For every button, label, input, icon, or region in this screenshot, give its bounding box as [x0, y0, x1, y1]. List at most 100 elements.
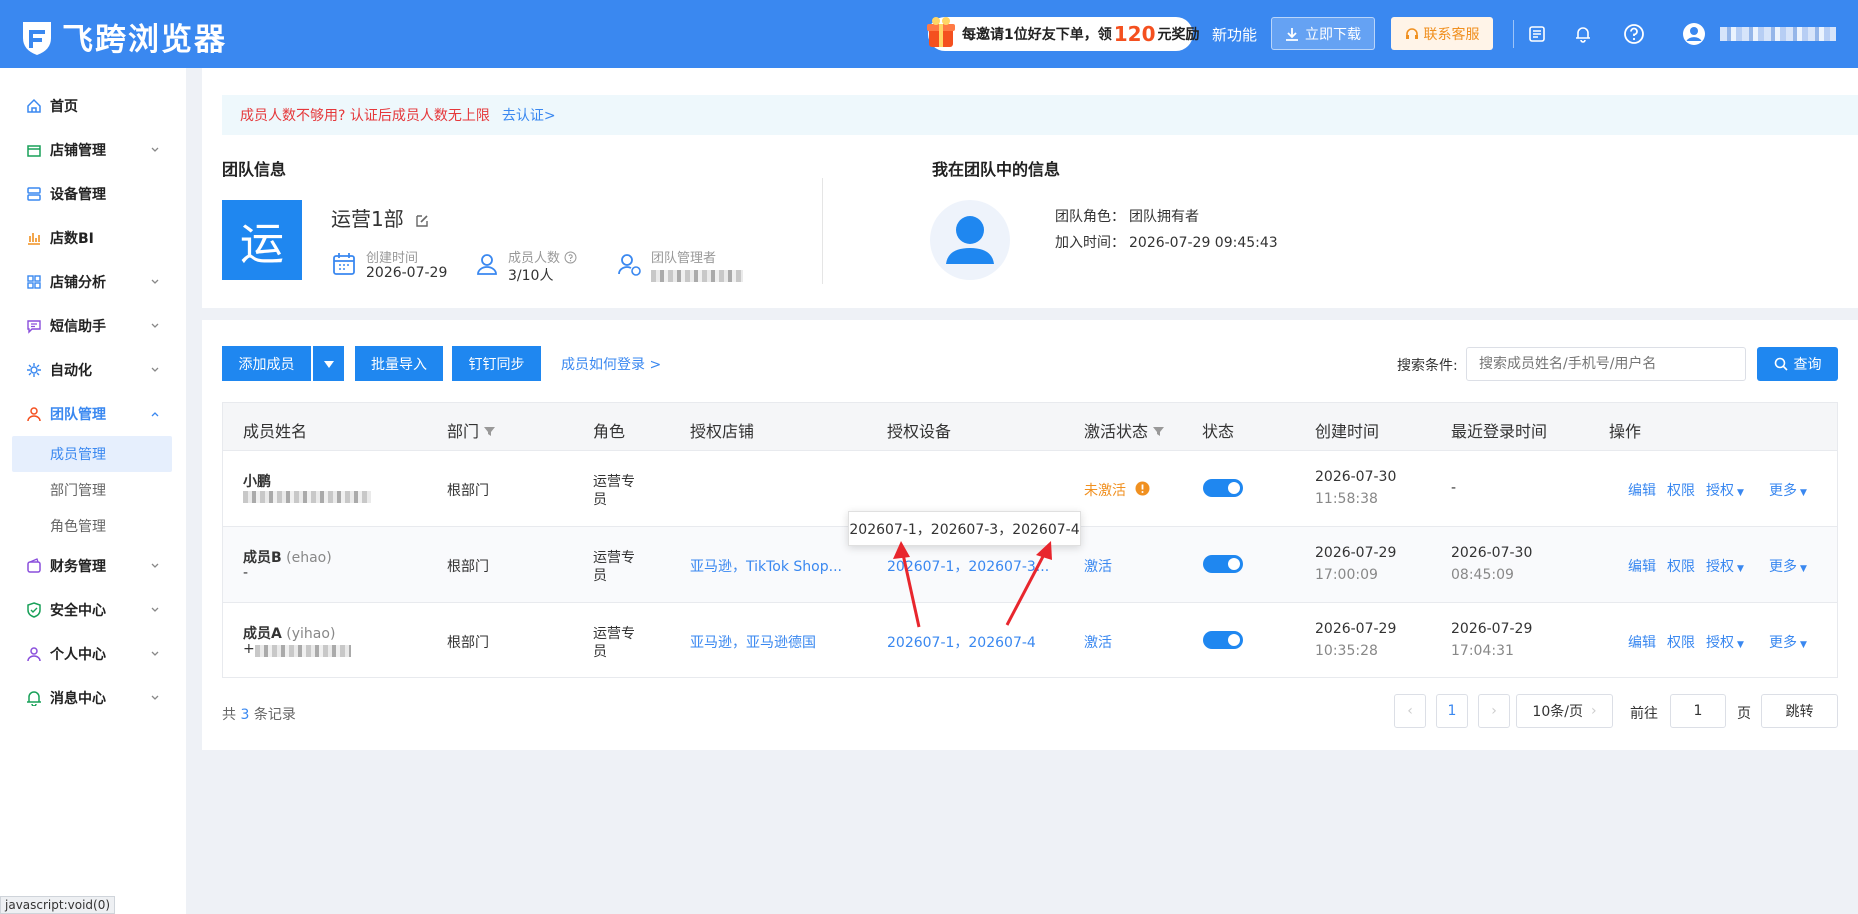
sidebar-subitem-role-management[interactable]: 角色管理: [12, 508, 172, 544]
edit-icon[interactable]: [414, 213, 430, 229]
sidebar-item-personal-center[interactable]: 个人中心: [0, 634, 186, 674]
dingtalk-sync-button[interactable]: 钉钉同步: [452, 346, 541, 381]
account-avatar-icon[interactable]: [1682, 22, 1706, 46]
more-dropdown[interactable]: 更多 ▼: [1769, 556, 1807, 576]
member-login-help-link[interactable]: 成员如何登录 >: [561, 354, 661, 374]
manager-label: 团队管理者: [651, 251, 717, 266]
download-button[interactable]: 立即下载: [1271, 17, 1375, 50]
sidebar-item-sms-assistant[interactable]: 短信助手: [0, 306, 186, 346]
caret-down-icon: ▼: [1737, 488, 1744, 498]
promo-text: 每邀请1位好友下单，领: [962, 27, 1112, 43]
status-toggle[interactable]: [1203, 479, 1243, 497]
prev-page-button[interactable]: ‹: [1394, 694, 1426, 728]
th-stores: 授权店铺: [690, 422, 755, 441]
sidebar-item-store-analysis[interactable]: 店铺分析: [0, 262, 186, 302]
query-button[interactable]: 查询: [1757, 347, 1838, 381]
sidebar-item-message-center[interactable]: 消息中心: [0, 678, 186, 718]
top-bar: 飞跨浏览器 每邀请1位好友下单，领 120 元奖励 新功能 立即下载 联系客服: [0, 0, 1858, 68]
add-member-button[interactable]: 添加成员: [222, 346, 312, 381]
permission-link[interactable]: 权限: [1667, 556, 1695, 576]
created-date: 2026-07-30: [1315, 469, 1397, 485]
page-size-select[interactable]: 10条/页 ›: [1516, 694, 1613, 728]
sidebar-item-finance-management[interactable]: 财务管理: [0, 546, 186, 586]
shield-icon: [27, 602, 41, 618]
customer-service-button[interactable]: 联系客服: [1391, 17, 1493, 50]
status-toggle[interactable]: [1203, 555, 1243, 573]
warning-icon[interactable]: [1135, 481, 1150, 496]
more-dropdown[interactable]: 更多 ▼: [1769, 480, 1807, 500]
last-login-time: 17:04:31: [1451, 643, 1514, 659]
authorized-stores-link[interactable]: 亚马逊，亚马逊德国: [690, 632, 816, 652]
status-toggle[interactable]: [1203, 631, 1243, 649]
logo-shield-icon: [23, 21, 51, 55]
grid-icon: [27, 275, 41, 289]
authorize-dropdown[interactable]: 授权 ▼: [1706, 556, 1744, 576]
document-icon[interactable]: [1525, 22, 1549, 46]
authorized-stores-link[interactable]: 亚马逊，TikTok Shop...: [690, 556, 842, 576]
page-number-button[interactable]: 1: [1436, 694, 1468, 728]
sidebar-item-home[interactable]: 首页: [0, 86, 186, 126]
member-count-icon: [477, 254, 497, 275]
authorize-dropdown[interactable]: 授权 ▼: [1706, 632, 1744, 652]
help-icon[interactable]: [1622, 22, 1646, 46]
jump-button[interactable]: 跳转: [1761, 694, 1838, 728]
activation-status: 未激活: [1084, 483, 1126, 499]
device-icon: [27, 187, 41, 201]
sidebar-subitem-department-management[interactable]: 部门管理: [12, 472, 172, 508]
notice-text: 成员人数不够用? 认证后成员人数无上限: [240, 108, 490, 124]
authorize-dropdown[interactable]: 授权 ▼: [1706, 480, 1744, 500]
store-icon: [27, 145, 41, 157]
chevron-left-icon: ‹: [1407, 703, 1413, 719]
my-join-time: 加入时间： 2026-07-29 09:45:43: [1055, 235, 1278, 251]
sidebar-item-device-management[interactable]: 设备管理: [0, 174, 186, 214]
question-icon[interactable]: [564, 251, 577, 264]
sidebar-item-team-management[interactable]: 团队管理: [0, 394, 186, 434]
th-name: 成员姓名: [243, 422, 308, 441]
activation-status: 激活: [1084, 559, 1112, 575]
goto-page-input[interactable]: 1: [1670, 694, 1726, 728]
batch-import-button[interactable]: 批量导入: [355, 346, 443, 381]
authorized-devices-link[interactable]: 202607-1，202607-4: [887, 632, 1036, 652]
sidebar-item-store-management[interactable]: 店铺管理: [0, 130, 186, 170]
th-devices: 授权设备: [887, 422, 952, 441]
invite-promo-banner[interactable]: 每邀请1位好友下单，领 120 元奖励: [927, 17, 1200, 51]
activation-status: 激活: [1084, 635, 1112, 651]
th-department[interactable]: 部门: [447, 418, 496, 442]
member-contact-redacted: [243, 491, 371, 503]
permission-link[interactable]: 权限: [1667, 632, 1695, 652]
sidebar-item-store-bi[interactable]: 店数BI: [0, 218, 186, 258]
new-feature-link[interactable]: 新功能: [1212, 24, 1257, 45]
chevron-up-icon: [151, 412, 159, 417]
more-dropdown[interactable]: 更多 ▼: [1769, 632, 1807, 652]
sidebar-item-automation[interactable]: 自动化: [0, 350, 186, 390]
next-page-button[interactable]: ›: [1478, 694, 1510, 728]
bell-icon[interactable]: [1571, 22, 1595, 46]
last-login-date: 2026-07-30: [1451, 545, 1533, 561]
permission-link[interactable]: 权限: [1667, 480, 1695, 500]
th-last-login: 最近登录时间: [1451, 422, 1548, 441]
created-time: 17:00:09: [1315, 567, 1378, 583]
headset-icon: [1405, 27, 1418, 39]
edit-link[interactable]: 编辑: [1628, 632, 1656, 652]
sidebar-subitem-member-management[interactable]: 成员管理: [12, 436, 172, 472]
manager-value-redacted: [651, 270, 743, 282]
download-label: 立即下载: [1305, 26, 1361, 43]
my-role: 团队角色： 团队拥有者: [1055, 209, 1199, 225]
member-contact: -: [243, 565, 249, 581]
calendar-icon: [333, 253, 355, 275]
edit-link[interactable]: 编辑: [1628, 480, 1656, 500]
members-label: 成员人数: [508, 247, 577, 266]
username-redacted[interactable]: [1720, 27, 1836, 41]
chevron-down-icon: [151, 279, 159, 284]
verify-link[interactable]: 去认证>: [502, 105, 556, 125]
th-activation[interactable]: 激活状态: [1084, 418, 1165, 442]
sidebar-item-security-center[interactable]: 安全中心: [0, 590, 186, 630]
add-member-dropdown[interactable]: [313, 346, 344, 381]
chevron-right-icon: ›: [1590, 703, 1597, 719]
edit-link[interactable]: 编辑: [1628, 556, 1656, 576]
header-divider: [1513, 20, 1514, 48]
search-input[interactable]: [1466, 347, 1746, 381]
total-records: 共 3 条记录: [222, 707, 296, 723]
created-value: 2026-07-29: [366, 265, 448, 281]
app-logo[interactable]: 飞跨浏览器: [20, 14, 227, 59]
